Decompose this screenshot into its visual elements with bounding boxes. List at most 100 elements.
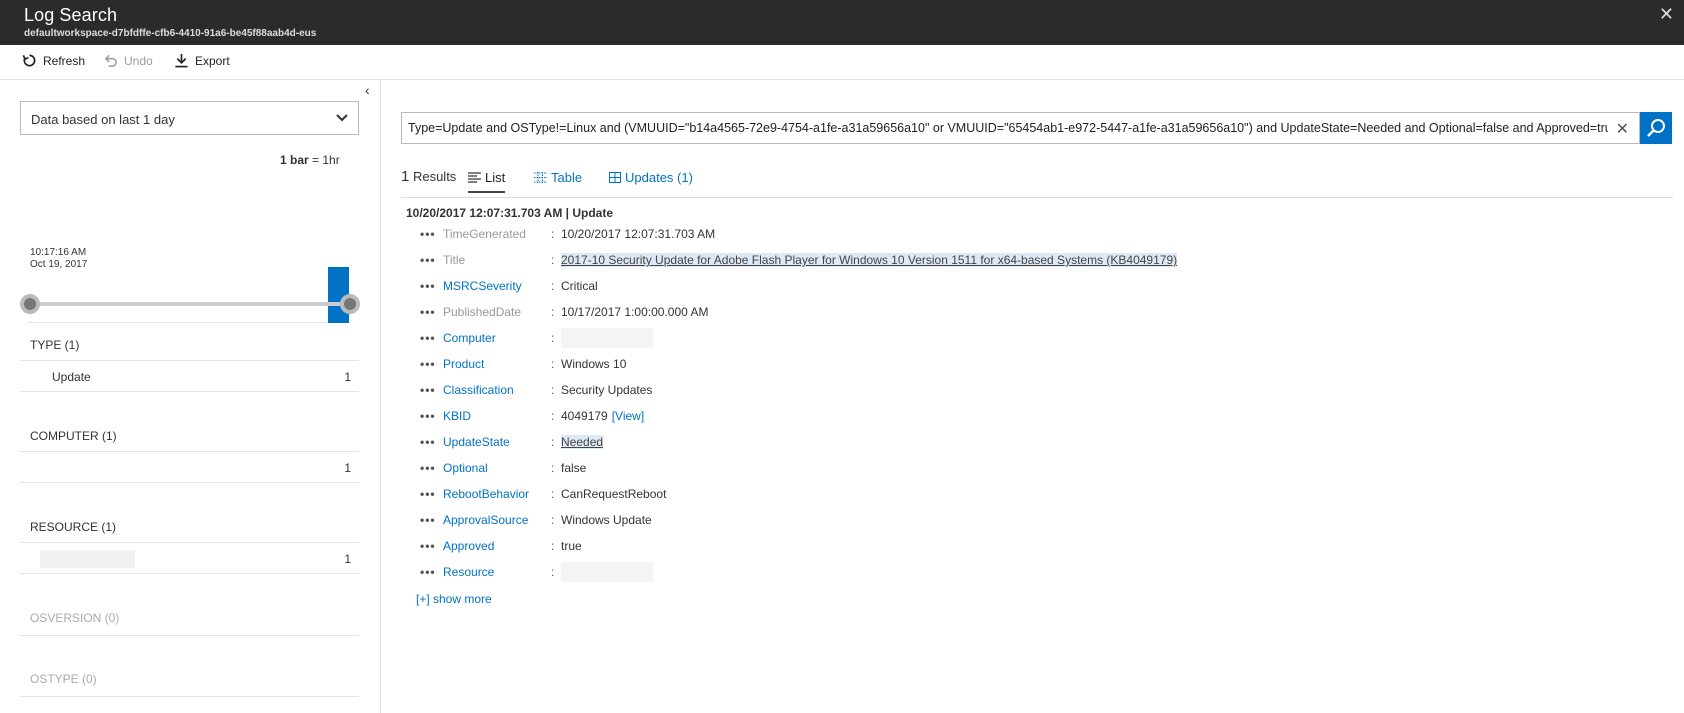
facet-resource-header[interactable]: RESOURCE (1)	[30, 520, 116, 534]
facet-type-row[interactable]: Update 1	[20, 360, 359, 392]
field-separator: :	[551, 331, 555, 345]
time-range-slider[interactable]	[28, 302, 350, 306]
results-label: Results	[409, 169, 457, 184]
time-range-dropdown[interactable]: Data based on last 1 day	[20, 101, 359, 135]
tab-updates[interactable]: Updates (1)	[609, 170, 693, 185]
more-options-icon[interactable]: •••	[420, 409, 436, 423]
field-value-text: Critical	[561, 279, 598, 293]
record-field: ••• ApprovalSource: Windows Update	[420, 513, 1520, 531]
record-field: ••• Resource:	[420, 562, 1520, 583]
bar-legend: 1 bar = 1hr	[280, 153, 340, 167]
more-options-icon[interactable]: •••	[420, 435, 436, 449]
list-icon	[468, 172, 481, 183]
record-field: ••• Optional: false	[420, 461, 1520, 479]
field-value: false	[561, 461, 586, 475]
export-button[interactable]: Export	[174, 53, 230, 68]
view-kb-link[interactable]: [View]	[612, 409, 644, 423]
more-options-icon[interactable]: •••	[420, 539, 436, 553]
blade-header: Log Search defaultworkspace-d7bfdffe-cfb…	[0, 0, 1684, 45]
tab-list[interactable]: List	[468, 170, 506, 193]
facet-ostype-header[interactable]: OSTYPE (0)	[30, 672, 97, 686]
collapse-pane-icon[interactable]: ‹	[365, 82, 370, 98]
slider-start-handle[interactable]	[20, 294, 40, 314]
redacted-value	[40, 550, 135, 568]
field-name[interactable]: MSRCSeverity	[443, 279, 522, 293]
field-name[interactable]: Optional	[443, 461, 488, 475]
record-field: ••• Computer:	[420, 328, 1520, 349]
facet-count: 1	[344, 552, 351, 566]
field-separator: :	[551, 357, 555, 371]
clear-query-icon[interactable]: ✕	[1616, 119, 1629, 139]
field-separator: :	[551, 513, 555, 527]
chevron-down-icon	[336, 114, 348, 122]
redacted-value	[561, 328, 653, 348]
field-value-text: Needed	[561, 435, 604, 449]
tab-table[interactable]: Table	[534, 170, 582, 185]
field-name[interactable]: Classification	[443, 383, 514, 397]
table-icon	[534, 172, 547, 183]
field-value-text: 4049179	[561, 409, 608, 423]
field-separator: :	[551, 487, 555, 501]
field-separator: :	[551, 435, 555, 449]
divider	[20, 635, 359, 636]
query-input[interactable]: Type=Update and OSType!=Linux and (VMUUI…	[401, 112, 1640, 144]
record-field: ••• RebootBehavior: CanRequestReboot	[420, 487, 1520, 505]
facet-computer-row[interactable]: 1	[20, 451, 359, 483]
undo-button[interactable]: Undo	[103, 53, 153, 68]
more-options-icon[interactable]: •••	[420, 253, 436, 267]
field-separator: :	[551, 383, 555, 397]
record-header: 10/20/2017 12:07:31.703 AM | Update	[406, 206, 614, 220]
more-options-icon[interactable]: •••	[420, 513, 436, 527]
more-options-icon[interactable]: •••	[420, 565, 436, 579]
field-name[interactable]: Product	[443, 357, 484, 371]
record-field: ••• UpdateState: Needed	[420, 435, 1520, 453]
facet-count: 1	[344, 370, 351, 384]
record-field: ••• KBID:4049179 [View]	[420, 409, 1520, 427]
field-name[interactable]: ApprovalSource	[443, 513, 528, 527]
facet-resource-row[interactable]: 1	[20, 542, 359, 574]
field-value[interactable]: 2017-10 Security Update for Adobe Flash …	[561, 253, 1178, 267]
field-name[interactable]: KBID	[443, 409, 471, 423]
field-name[interactable]: Computer	[443, 331, 496, 345]
field-separator: :	[551, 539, 555, 553]
facet-osversion-header[interactable]: OSVERSION (0)	[30, 611, 119, 625]
histogram-start-time: 10:17:16 AM	[30, 247, 87, 258]
field-value-text: false	[561, 461, 587, 475]
more-options-icon[interactable]: •••	[420, 305, 436, 319]
more-options-icon[interactable]: •••	[420, 487, 436, 501]
field-value[interactable]: Needed	[561, 435, 604, 449]
search-button[interactable]	[1640, 112, 1672, 144]
field-name[interactable]: Approved	[443, 539, 494, 553]
more-options-icon[interactable]: •••	[420, 331, 436, 345]
record-field: ••• Classification: Security Updates	[420, 383, 1520, 401]
record-field: ••• Product: Windows 10	[420, 357, 1520, 375]
field-name[interactable]: UpdateState	[443, 435, 510, 449]
search-icon	[1647, 119, 1665, 137]
field-separator: :	[551, 565, 555, 579]
field-value-text: Windows Update	[561, 513, 652, 527]
close-icon[interactable]: ✕	[1659, 4, 1674, 25]
grid-icon	[609, 172, 621, 183]
more-options-icon[interactable]: •••	[420, 461, 436, 475]
refresh-button[interactable]: Refresh	[22, 53, 85, 68]
facet-count: 1	[344, 461, 351, 475]
field-value-text: true	[561, 539, 582, 553]
facet-computer-header[interactable]: COMPUTER (1)	[30, 429, 117, 443]
more-options-icon[interactable]: •••	[420, 383, 436, 397]
show-more-link[interactable]: [+] show more	[416, 592, 492, 606]
slider-end-handle[interactable]	[340, 294, 360, 314]
more-options-icon[interactable]: •••	[420, 357, 436, 371]
more-options-icon[interactable]: •••	[420, 279, 436, 293]
field-name[interactable]: Resource	[443, 565, 494, 579]
facet-type-header[interactable]: TYPE (1)	[30, 338, 79, 352]
more-options-icon[interactable]: •••	[420, 227, 436, 241]
field-separator: :	[551, 227, 555, 241]
field-name[interactable]: RebootBehavior	[443, 487, 529, 501]
tab-list-label: List	[485, 170, 506, 185]
bar-legend-rest: = 1hr	[308, 153, 340, 167]
record-field: ••• MSRCSeverity: Critical	[420, 279, 1520, 297]
field-value: 10/17/2017 1:00:00.000 AM	[561, 305, 708, 319]
workspace-name: defaultworkspace-d7bfdffe-cfb6-4410-91a6…	[24, 28, 317, 39]
refresh-icon	[22, 54, 36, 67]
field-value: Critical	[561, 279, 598, 293]
